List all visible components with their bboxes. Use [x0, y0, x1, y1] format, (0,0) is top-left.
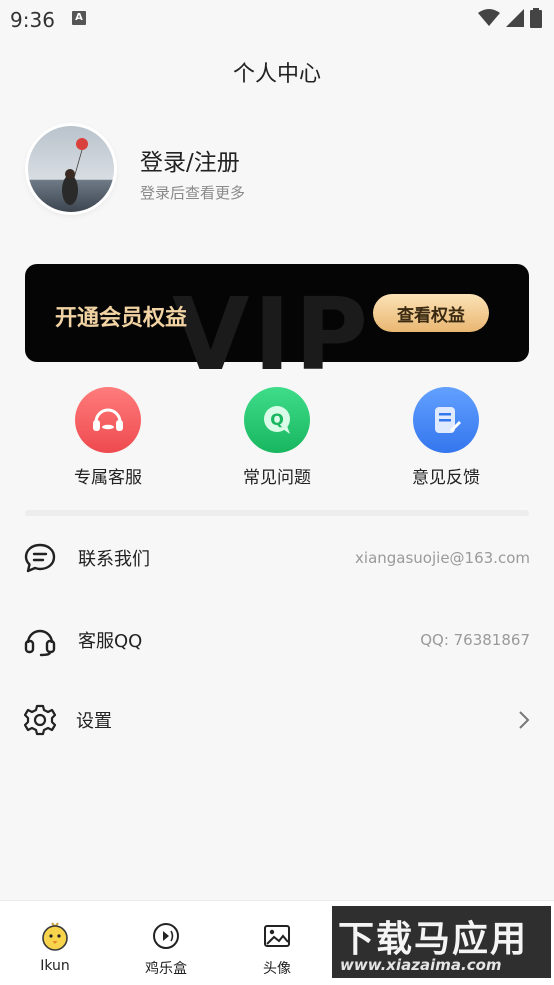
watermark-main: 下载马应用 [338, 919, 529, 960]
signal-icon [506, 9, 524, 27]
avatar[interactable] [28, 126, 114, 212]
row-label: 联系我们 [78, 549, 150, 570]
nav-tab-ikun[interactable]: Ikun [0, 920, 110, 974]
chevron-right-icon [518, 710, 530, 734]
qa-chat-icon: Q [244, 387, 310, 453]
wifi-icon [478, 9, 500, 26]
feedback-edit-icon [413, 387, 479, 453]
notification-icon: A [72, 11, 86, 25]
chat-bubble-icon [22, 540, 58, 576]
section-divider [25, 510, 529, 516]
row-label: 设置 [76, 711, 112, 732]
login-subtitle: 登录后查看更多 [140, 184, 246, 202]
page-title: 个人中心 [232, 62, 321, 87]
settings-row[interactable]: 设置 [0, 690, 554, 750]
site-watermark: 下载马应用 www.xiazaima.com [332, 906, 551, 978]
qq-number: QQ: 76381867 [420, 631, 530, 649]
svg-text:Q: Q [270, 410, 284, 429]
battery-icon [530, 8, 542, 28]
image-icon [222, 920, 332, 956]
quick-action-label: 常见问题 [243, 468, 311, 488]
service-qq-row[interactable]: 客服QQ QQ: 76381867 [0, 610, 554, 670]
login-register-link[interactable]: 登录/注册 [140, 143, 240, 177]
nav-tab-avatar[interactable]: 头像 [222, 920, 332, 978]
quick-action-support[interactable]: 专属客服 [38, 387, 178, 488]
vip-title: 开通会员权益 [55, 306, 188, 331]
chick-icon [0, 920, 110, 956]
headset-icon [75, 387, 141, 453]
contact-us-row[interactable]: 联系我们 xiangasuojie@163.com [0, 528, 554, 588]
contact-email: xiangasuojie@163.com [355, 549, 530, 567]
nav-label: 鸡乐盒 [145, 961, 187, 977]
gear-icon [22, 702, 58, 738]
watermark-sub: www.xiazaima.com [340, 956, 502, 974]
vip-watermark: VIP [172, 276, 372, 393]
quick-action-faq[interactable]: Q 常见问题 [207, 387, 347, 488]
quick-action-feedback[interactable]: 意见反馈 [376, 387, 516, 488]
status-icons [478, 8, 542, 28]
view-benefits-button[interactable]: 查看权益 [373, 294, 489, 332]
quick-action-label: 意见反馈 [412, 468, 480, 488]
status-time: 9:36 [10, 8, 55, 32]
nav-tab-music-box[interactable]: 鸡乐盒 [111, 920, 221, 978]
music-box-icon [111, 920, 221, 956]
nav-label: 头像 [263, 961, 291, 977]
headphones-icon [22, 622, 58, 658]
nav-label: Ikun [40, 958, 70, 974]
quick-action-label: 专属客服 [74, 468, 142, 488]
row-label: 客服QQ [78, 631, 143, 652]
